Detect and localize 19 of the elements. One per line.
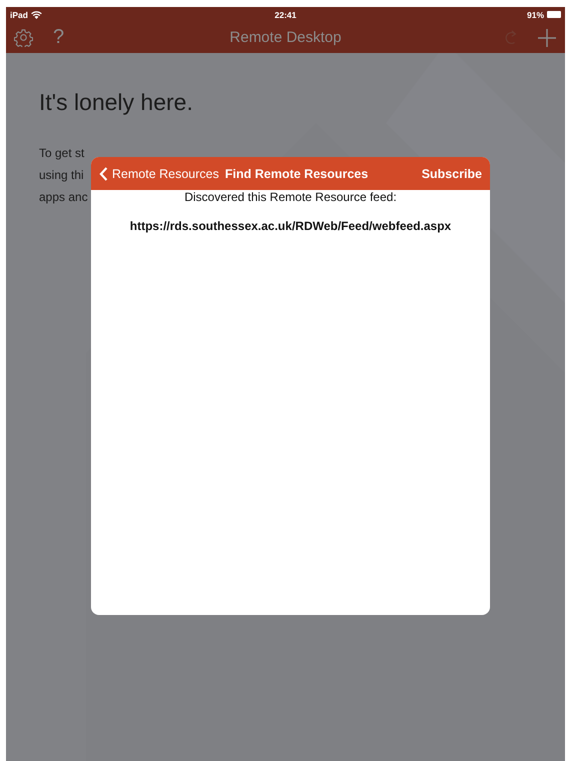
feed-message: Discovered this Remote Resource feed: [183,190,398,205]
empty-state-text: To get st [39,145,84,162]
subscribe-button[interactable]: Subscribe [422,166,482,180]
clock-time: 22:41 [274,10,296,20]
device-name: iPad [10,10,28,20]
empty-state-heading: It's lonely here. [39,89,193,116]
back-button[interactable]: Remote Resources [99,166,219,180]
chevron-left-icon [99,166,108,180]
wifi-icon [30,10,42,18]
settings-icon[interactable] [14,28,33,47]
app-title: Remote Desktop [230,29,342,46]
dialog-title: Find Remote Resources [225,166,368,180]
add-icon[interactable] [537,28,557,48]
help-button[interactable]: ? [53,26,64,49]
battery-icon [547,11,561,18]
empty-state-text: using thi [39,167,84,184]
empty-state-text: apps anc [39,189,88,206]
battery-percent: 91% [526,10,544,20]
feed-url: https://rds.southessex.ac.uk/RDWeb/Feed/webfeed.aspx [128,219,452,233]
